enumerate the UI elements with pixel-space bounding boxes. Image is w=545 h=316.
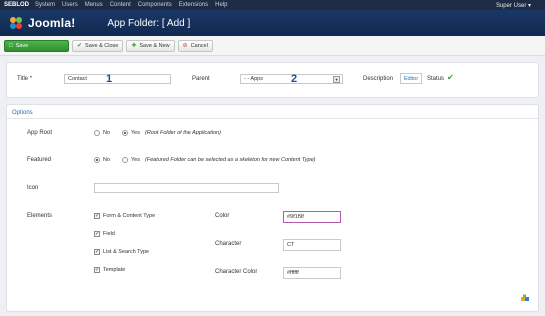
save-label: Save [15,42,29,49]
menu-help[interactable]: Help [215,2,227,8]
save-new-label: Save & New [139,42,170,49]
list-search-type-checkbox[interactable]: ✓ [94,249,100,255]
options-panel: Options App Root No Yes (Root Folder of … [6,104,539,312]
save-button[interactable]: □ Save [4,39,69,52]
menu-extensions[interactable]: Extensions [179,2,208,8]
template-checkbox[interactable]: ✓ [94,267,100,273]
admin-menubar: SEBLOD System Users Menus Content Compon… [0,0,545,10]
callout-2: 2 [291,73,298,85]
save-close-button[interactable]: ✔ Save & Close [72,39,124,52]
callout-1: 1 [106,73,113,85]
menu-system[interactable]: System [35,2,55,8]
page-header: Joomla! App Folder: [ Add ] [0,10,545,36]
app-root-yes-radio[interactable] [122,130,128,136]
app-root-yes-note: (Root Folder of the Application) [145,130,221,136]
save-icon: □ [9,42,13,49]
character-color-input[interactable]: #ffffff [283,267,341,279]
details-panel: Title * Contact Parent - - Apps ▼ Descri… [6,62,539,98]
status-check-icon[interactable]: ✔ [447,73,454,82]
character-color-label: Character Color [215,269,258,275]
featured-no-label: No [103,157,111,163]
elements-label: Elements [27,213,53,219]
editor-button[interactable]: Editor [400,73,422,84]
save-close-label: Save & Close [85,42,119,49]
page-title: App Folder: [ Add ] [107,17,191,29]
color-label: Color [215,213,230,219]
field-checkbox[interactable]: ✓ [94,231,100,237]
featured-label: Featured [27,157,52,163]
toolbar: □ Save ✔ Save & Close ✚ Save & New ⊘ Can… [0,36,545,56]
app-root-no-radio[interactable] [94,130,100,136]
puzzle-icon[interactable] [520,294,530,304]
form-content-type-label: Form & Content Type [103,213,156,219]
list-search-type-label: List & Search Type [103,249,150,255]
user-menu[interactable]: Super User ▾ [496,2,531,9]
color-input[interactable]: #9f1f9f [283,211,341,223]
featured-no-radio[interactable] [94,157,100,163]
cancel-label: Cancel [190,42,208,49]
menu-components[interactable]: Components [138,2,172,8]
check-icon: ✔ [77,43,83,49]
featured-yes-label: Yes [131,157,140,163]
parent-label: Parent [192,76,210,82]
plus-icon: ✚ [131,43,137,49]
section-divider [7,118,538,119]
icon-input[interactable] [94,183,279,193]
menu-users[interactable]: Users [62,2,78,8]
menu-menus[interactable]: Menus [85,2,103,8]
character-input[interactable]: CT [283,239,341,251]
featured-yes-note: (Featured Folder can be selected as a sk… [145,157,316,163]
brand-label[interactable]: SEBLOD [0,2,35,8]
status-label: Status [427,76,445,82]
parent-selected-value: - - Apps [244,76,263,82]
joomla-logo: Joomla! [8,15,75,31]
title-label: Title * [17,76,33,82]
app-root-yes-label: Yes [131,130,140,136]
app-root-label: App Root [27,130,53,136]
icon-label: Icon [27,185,39,191]
template-label: Template [103,267,126,273]
featured-yes-radio[interactable] [122,157,128,163]
field-label: Field [103,231,115,237]
app-root-no-label: No [103,130,111,136]
title-input[interactable]: Contact [64,74,171,84]
character-label: Character [215,241,242,247]
chevron-down-icon: ▼ [333,76,340,83]
cancel-button[interactable]: ⊘ Cancel [177,39,213,52]
save-new-button[interactable]: ✚ Save & New [126,39,175,52]
description-label: Description [363,76,394,82]
cancel-icon: ⊘ [182,43,188,49]
form-content-type-checkbox[interactable]: ✓ [94,213,100,219]
menu-content[interactable]: Content [110,2,131,8]
options-section-title: Options [12,110,33,116]
joomla-logo-icon [10,17,22,29]
logo-text: Joomla! [28,16,76,30]
